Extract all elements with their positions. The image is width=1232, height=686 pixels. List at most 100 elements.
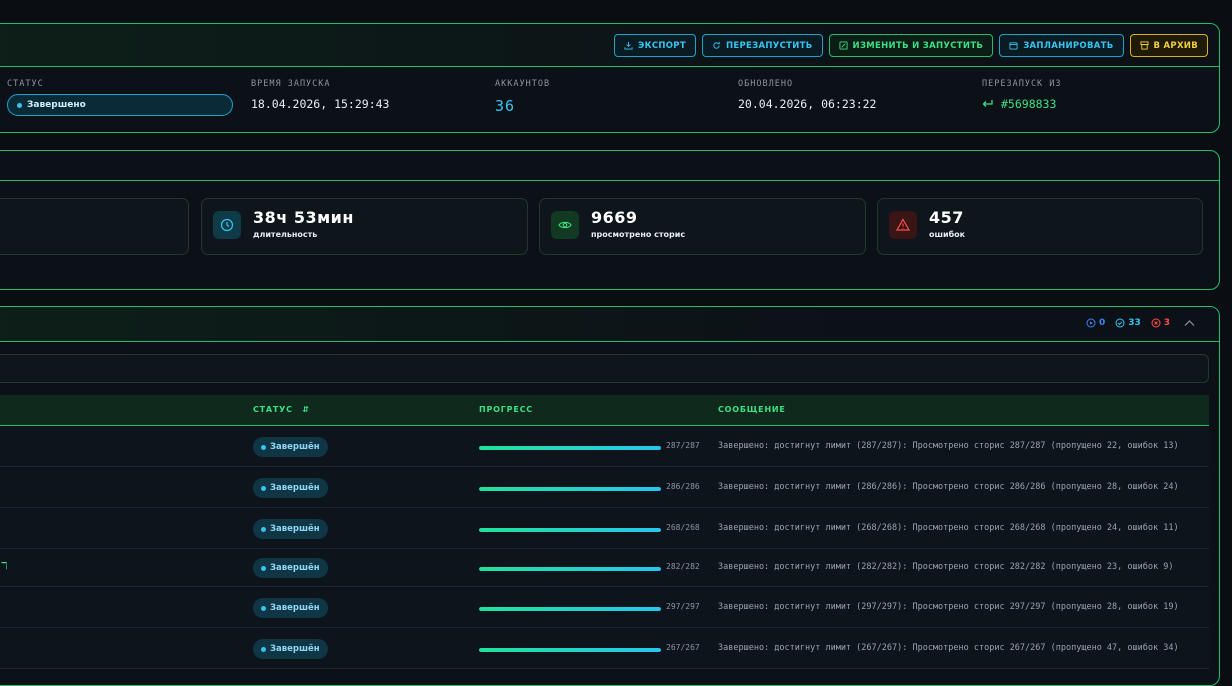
row-progress-bar [479,567,661,571]
row-status-text: Завершён [270,603,320,613]
table-body: Завершён 287/287 Завершено: достигнут лими… [0,426,1209,669]
run-panel: экспорт перезапустить изменить и запусти… [0,23,1220,133]
row-message: Завершено: достигнут лимит (282/282): Пр… [718,562,1174,572]
table-row[interactable]: Завершён 297/297 Завершено: достигнут лими… [0,587,1209,628]
status-dot-icon [17,102,22,108]
counter-failed: 3 [1151,318,1170,328]
stat-card-partial [0,198,189,255]
row-progress-bar [479,607,661,611]
counter-running: 0 [1086,318,1105,328]
status-dot-icon [261,605,266,611]
status-badge: Завершено [7,94,233,116]
col-status-label: статус [253,405,293,414]
table-header: статус ⇵ прогресс сообщение [0,395,1209,426]
status-value: Завершено [27,100,86,110]
meta-accounts-label: аккаунтов [495,79,551,89]
row-status-badge: Завершён [253,639,328,659]
row-progress-fill [479,648,661,652]
restart-from-value: #5698833 [1001,97,1057,111]
row-message: Завершено: достигнут лимит (286/286): Пр… [718,482,1179,492]
row-message: Завершено: достигнут лимит (267/267): Пр… [718,643,1179,653]
row-progress-bar [479,528,661,532]
row-progress-count: 282/282 [666,562,700,571]
meta-start-time: время запуска 18.04.2026, 15:29:43 [251,79,389,111]
download-icon [624,41,633,50]
check-circle-icon [1115,318,1125,328]
x-circle-icon [1151,318,1161,328]
archive-button[interactable]: в архив [1129,34,1208,57]
row-status-badge: Завершён [253,598,328,618]
accounts-panel-header: 0 33 3 [0,307,1219,342]
stats-panel-header [0,151,1219,181]
row-progress-bar [479,648,661,652]
row-status-text: Завершён [270,644,320,654]
stat-stories-label: просмотрено сторис [591,230,686,239]
status-dot-icon [261,646,266,652]
counter-done: 33 [1115,318,1141,328]
stat-card-duration: 38ч 53мин длительность [201,198,528,255]
eye-icon [551,211,579,239]
table-row[interactable]: Завершён 287/287 Завершено: достигнут лими… [0,426,1209,467]
row-status-badge: Завершён [253,558,328,578]
archive-icon [1139,41,1149,50]
chevron-up-icon[interactable] [1184,319,1195,327]
row-status-text: Завершён [270,524,320,534]
table-row[interactable]: Завершён 267/267 Завершено: достигнут лими… [0,628,1209,669]
edit-and-run-button[interactable]: изменить и запустить [828,34,994,57]
warning-icon [889,211,917,239]
sort-icon: ⇵ [302,405,310,414]
table-row[interactable]: Завершён 286/286 Завершено: достигнут лими… [0,467,1209,508]
row-progress-count: 286/286 [666,482,700,491]
stat-card-errors: 457 ошибок [877,198,1203,255]
restart-button-label: перезапустить [725,40,813,51]
col-progress-header: прогресс [479,405,533,414]
table-row[interactable]: Завершён 268/268 Завершено: достигнут лими… [0,508,1209,549]
meta-updated-label: обновлено [738,79,794,89]
stat-errors-value: 457 [929,208,964,227]
status-counters: 0 33 3 [1086,318,1195,328]
col-status-header[interactable]: статус ⇵ [253,405,310,414]
row-status-text: Завершён [270,442,320,452]
export-button-label: экспорт [638,40,686,51]
row-status-badge: Завершён [253,478,328,498]
table-row[interactable]: ℸ Завершён 282/282 Завершено: достигнут лим… [0,549,1209,587]
row-progress-fill [479,528,661,532]
stat-duration-label: длительность [253,230,318,239]
schedule-button[interactable]: запланировать [999,34,1124,57]
export-button[interactable]: экспорт [614,34,696,57]
stat-stories-value: 9669 [591,208,638,227]
edit-icon [838,41,848,50]
row-status-badge: Завершён [253,437,328,457]
accounts-panel: 0 33 3 статус ⇵ прогресс сообщение Завер… [0,306,1220,686]
status-dot-icon [261,565,266,571]
meta-restart-from-label: перезапуск из [982,79,1062,89]
restart-button[interactable]: перезапустить [701,34,823,57]
meta-status-label: статус [7,79,44,89]
row-progress-fill [479,487,661,491]
row-progress-fill [479,446,661,450]
edit-and-run-button-label: изменить и запустить [852,40,984,51]
filter-bar[interactable] [0,354,1209,383]
status-dot-icon [261,485,266,491]
counter-done-value: 33 [1128,318,1141,328]
meta-status: статус Завершено [7,79,233,116]
stat-duration-value: 38ч 53мин [253,208,354,227]
row-status-text: Завершён [270,563,320,573]
row-edge-glyph: ℸ [1,561,8,572]
counter-failed-value: 3 [1163,318,1170,328]
stat-card-stories: 9669 просмотрено сторис [539,198,866,255]
calendar-icon [1009,42,1018,50]
play-circle-icon [1086,318,1096,328]
schedule-button-label: запланировать [1023,40,1114,51]
clock-icon [213,211,241,239]
row-progress-bar [479,487,661,491]
row-status-badge: Завершён [253,519,328,539]
col-message-header: сообщение [718,405,786,414]
row-progress-count: 267/267 [666,643,700,652]
row-progress-fill [479,607,661,611]
status-dot-icon [261,526,266,532]
row-progress-count: 268/268 [666,523,700,532]
restart-from-link[interactable]: #5698833 [982,97,1062,111]
meta-restart-from: перезапуск из #5698833 [982,79,1062,111]
row-message: Завершено: достигнут лимит (268/268): Пр… [718,523,1179,533]
